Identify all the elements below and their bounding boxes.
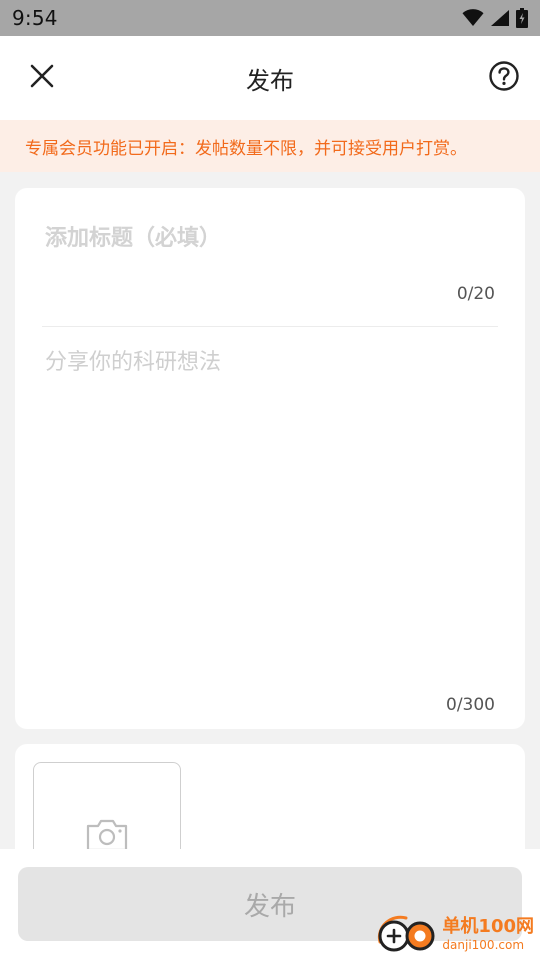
status-bar: 9:54: [0, 0, 540, 36]
content-char-count: 0/300: [446, 695, 495, 715]
help-button[interactable]: [488, 60, 520, 96]
wifi-icon: [462, 9, 484, 27]
watermark-logo-icon: [374, 912, 438, 956]
close-button[interactable]: [26, 62, 58, 94]
title-char-count: 0/20: [456, 284, 495, 304]
member-notice-banner: 专属会员功能已开启：发帖数量不限，并可接受用户打赏。: [0, 120, 540, 172]
watermark-text: 单机100网 danji100.com: [442, 915, 534, 952]
post-editor-card: 0/20 0/300: [15, 188, 525, 729]
close-icon: [30, 64, 54, 92]
divider: [42, 326, 498, 327]
status-icons: [462, 8, 528, 28]
camera-icon: [85, 763, 129, 857]
battery-icon: [516, 8, 528, 28]
member-notice-text: 专属会员功能已开启：发帖数量不限，并可接受用户打赏。: [25, 138, 467, 159]
watermark-url: danji100.com: [442, 937, 525, 952]
signal-icon: [490, 9, 510, 27]
publish-button-label: 发布: [243, 891, 296, 922]
watermark: 单机100网 danji100.com: [374, 912, 534, 956]
status-time: 9:54: [12, 6, 58, 30]
content-input[interactable]: [45, 344, 495, 684]
title-input[interactable]: [45, 220, 485, 256]
help-icon: [488, 60, 520, 96]
watermark-name: 单机100网: [442, 915, 534, 937]
app-header: 发布: [0, 36, 540, 120]
page-title: 发布: [246, 66, 294, 95]
